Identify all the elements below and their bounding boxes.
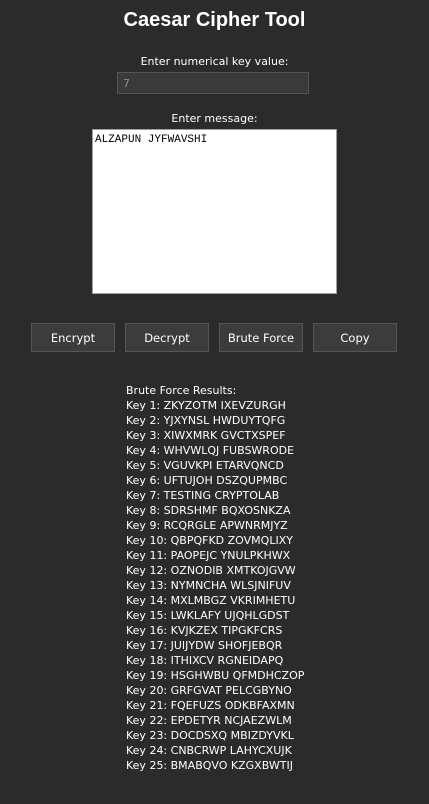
app-title: Caesar Cipher Tool: [123, 9, 306, 31]
result-line: Key 2: YJXYNSL HWDUYTQFG: [126, 414, 286, 427]
result-line: Key 16: KVJKZEX TIPGKFCRS: [126, 624, 283, 637]
key-label: Enter numerical key value:: [140, 55, 289, 68]
result-line: Key 18: ITHIXCV RGNEIDAPQ: [126, 654, 284, 667]
result-line: Key 1: ZKYZOTM IXEVZURGH: [126, 399, 286, 412]
result-line: Key 17: JUIJYDW SHOFJEBQR: [126, 639, 283, 652]
result-line: Key 3: XIWXMRK GVCTXSPEF: [126, 429, 286, 442]
result-line: Key 9: RCQRGLE APWNRMJYZ: [126, 519, 288, 532]
message-label: Enter message:: [171, 112, 258, 125]
result-line: Key 11: PAOPEJC YNULPKHWX: [126, 549, 291, 562]
copy-button[interactable]: Copy: [313, 323, 397, 352]
results-heading: Brute Force Results:: [126, 384, 237, 397]
brute-force-results: Brute Force Results: Key 1: ZKYZOTM IXEV…: [126, 383, 304, 773]
result-line: Key 10: QBPQFKD ZOVMQLIXY: [126, 534, 293, 547]
result-line: Key 19: HSGHWBU QFMDHCZOP: [126, 669, 305, 682]
result-line: Key 20: GRFGVAT PELCGBYNO: [126, 684, 292, 697]
encrypt-button[interactable]: Encrypt: [31, 323, 115, 352]
result-line: Key 21: FQEFUZS ODKBFAXMN: [126, 699, 295, 712]
result-line: Key 23: DOCDSXQ MBIZDYVKL: [126, 729, 294, 742]
result-line: Key 7: TESTING CRYPTOLAB: [126, 489, 280, 502]
result-line: Key 6: UFTUJOH DSZQUPMBC: [126, 474, 288, 487]
result-line: Key 8: SDRSHMF BQXOSNKZA: [126, 504, 291, 517]
result-line: Key 25: BMABQVO KZGXBWTIJ: [126, 759, 293, 772]
result-line: Key 15: LWKLAFY UJQHLGDST: [126, 609, 290, 622]
result-line: Key 24: CNBCRWP LAHYCXUJK: [126, 744, 292, 757]
decrypt-button[interactable]: Decrypt: [125, 323, 209, 352]
key-input[interactable]: [117, 72, 309, 94]
result-line: Key 12: OZNODIB XMTKOJGVW: [126, 564, 296, 577]
message-input[interactable]: ALZAPUN JYFWAVSHI: [92, 129, 337, 294]
result-line: Key 13: NYMNCHA WLSJNIFUV: [126, 579, 291, 592]
brute-force-button[interactable]: Brute Force: [219, 323, 303, 352]
result-line: Key 14: MXLMBGZ VKRIMHETU: [126, 594, 296, 607]
result-line: Key 4: WHVWLQJ FUBSWRODE: [126, 444, 295, 457]
result-line: Key 22: EPDETYR NCJAEZWLM: [126, 714, 292, 727]
result-line: Key 5: VGUVKPI ETARVQNCD: [126, 459, 284, 472]
